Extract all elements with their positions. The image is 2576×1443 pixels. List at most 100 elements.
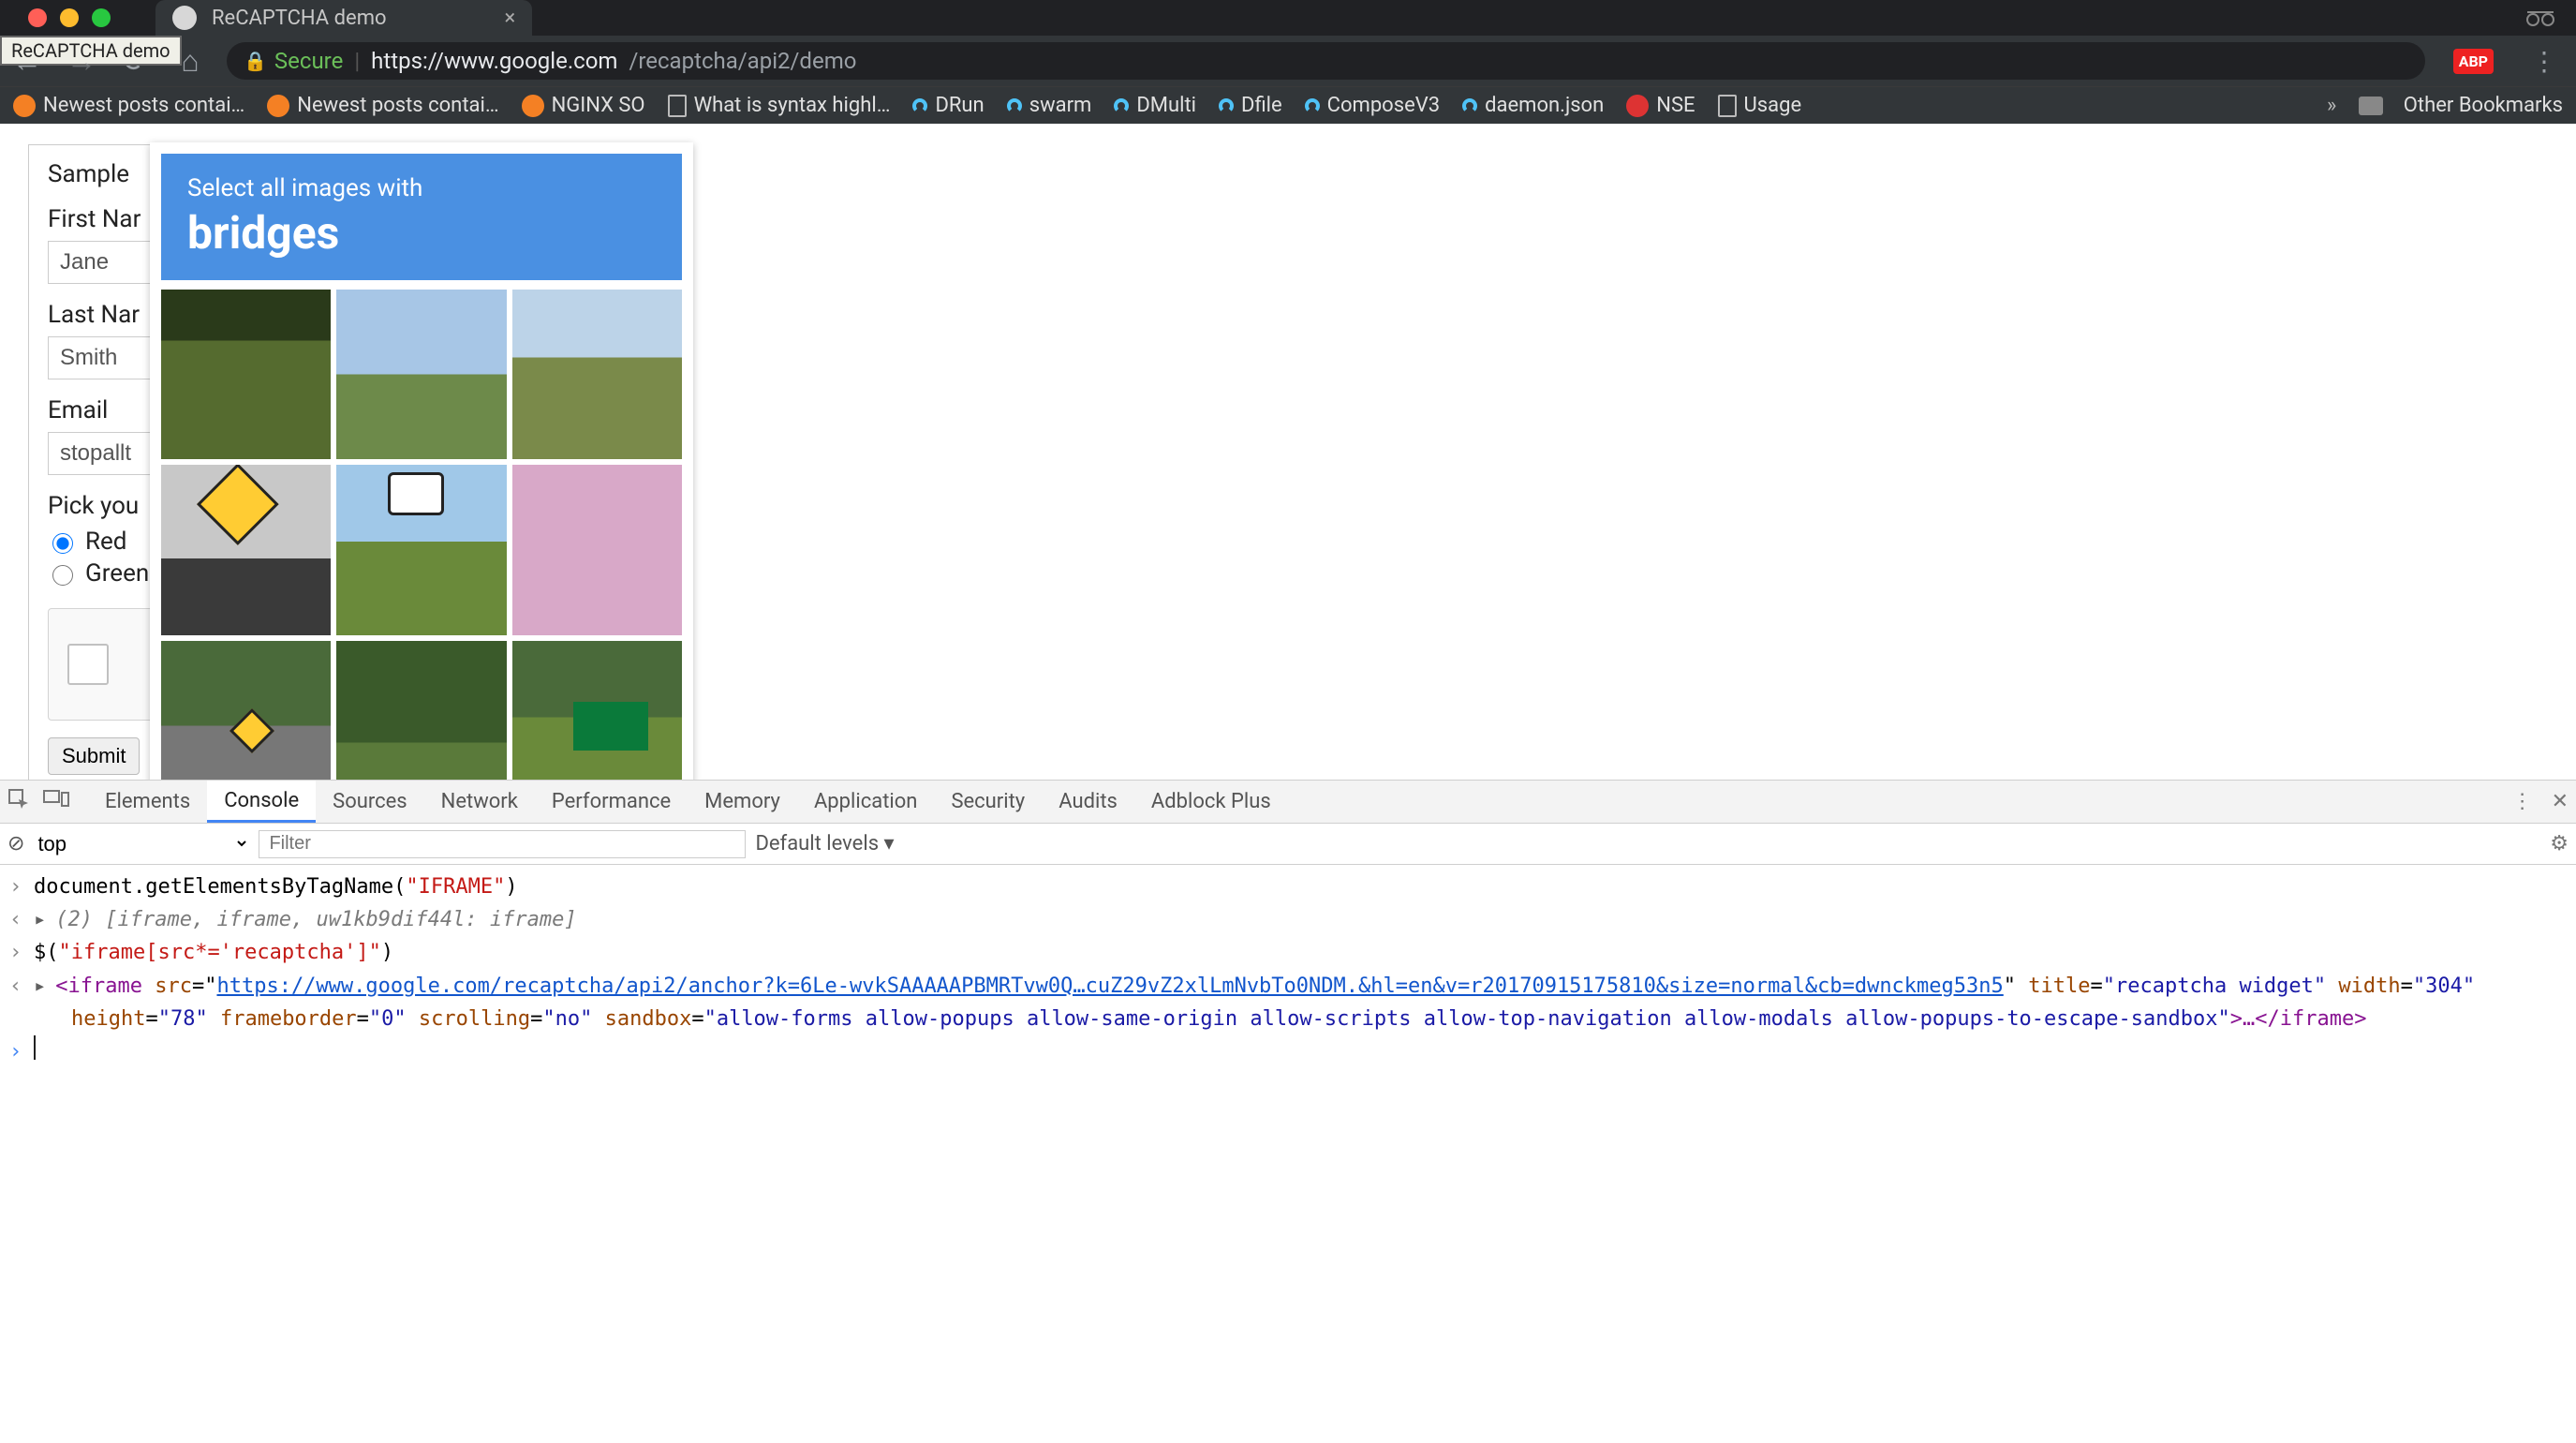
console-settings-icon[interactable]: ⚙ [2550, 832, 2569, 855]
console-context-select[interactable]: top [34, 831, 249, 856]
console-text: " [2004, 974, 2016, 998]
clear-console-icon[interactable]: ⊘ [7, 832, 24, 855]
devtools-tab-sources[interactable]: Sources [316, 781, 424, 823]
console-text: ) [381, 941, 393, 964]
other-bookmarks[interactable]: Other Bookmarks [2359, 94, 2563, 117]
recaptcha-checkbox[interactable] [67, 644, 109, 685]
bookmark-item[interactable]: Dfile [1219, 94, 1282, 117]
radio-red[interactable] [52, 533, 73, 554]
radio-red-label: Red [85, 528, 126, 556]
console-text: src [142, 974, 192, 998]
toggle-device-icon[interactable] [43, 788, 69, 816]
address-bar: ← → ⟳ ⌂ 🔒 Secure | https://www.google.co… [0, 36, 2576, 86]
console-text: $( [34, 941, 59, 964]
console-levels-select[interactable]: Default levels ▾ [755, 832, 894, 855]
inspect-element-icon[interactable] [7, 788, 30, 816]
devtools-tab-network[interactable]: Network [424, 781, 535, 823]
bookmark-item[interactable]: daemon.json [1462, 94, 1604, 117]
console-text: >…</ [2230, 1007, 2280, 1031]
file-icon [668, 95, 687, 117]
docker-icon [912, 98, 927, 113]
bookmark-label: Usage [1744, 94, 1802, 117]
console-filter-input[interactable] [259, 830, 746, 858]
console-text: iframe [216, 908, 290, 931]
console-text: : [465, 908, 490, 931]
console-text: iframe [2280, 1007, 2354, 1031]
bookmark-item[interactable]: NGINX SO [522, 94, 645, 117]
radio-green[interactable] [52, 565, 73, 586]
console-text: document.getElementsByTagName( [34, 875, 406, 899]
devtools-tab-elements[interactable]: Elements [88, 781, 207, 823]
browser-menu-icon[interactable]: ⋮ [2531, 46, 2557, 77]
bookmark-label: DRun [935, 94, 984, 117]
url-host: https://www.google.com [371, 48, 617, 74]
console-text: sandbox [592, 1007, 691, 1031]
devtools-tab-performance[interactable]: Performance [535, 781, 688, 823]
challenge-tile[interactable] [336, 290, 506, 459]
challenge-tile[interactable] [161, 465, 331, 634]
bookmark-item[interactable]: Newest posts contai… [267, 94, 498, 117]
challenge-grid [161, 290, 682, 811]
maximize-window-icon[interactable] [92, 8, 111, 27]
docker-icon [1114, 98, 1129, 113]
bookmark-item[interactable]: swarm [1007, 94, 1092, 117]
docker-icon [1462, 98, 1477, 113]
console-text: scrolling [407, 1007, 530, 1031]
challenge-tile[interactable] [161, 290, 331, 459]
console-text: =" [192, 974, 217, 998]
close-window-icon[interactable] [28, 8, 47, 27]
bookmark-label: NGINX SO [552, 94, 645, 117]
radio-green-label: Green [85, 559, 149, 588]
secure-indicator: 🔒 Secure [244, 48, 343, 74]
console-output[interactable]: ›document.getElementsByTagName("IFRAME")… [0, 865, 2576, 1074]
challenge-tile[interactable] [512, 465, 682, 634]
console-text: uw1kb9dif44l [316, 908, 465, 931]
bookmark-item[interactable]: DMulti [1114, 94, 1196, 117]
url-separator: | [354, 48, 360, 74]
console-text: "iframe[src*='recaptcha']" [59, 941, 381, 964]
devtools-tab-memory[interactable]: Memory [688, 781, 797, 823]
console-text: ) [505, 875, 517, 899]
devtools-close-icon[interactable]: ✕ [2552, 790, 2569, 813]
nse-icon [1626, 95, 1649, 117]
browser-tab[interactable]: ReCAPTCHA demo × [155, 0, 532, 36]
devtools-tab-console[interactable]: Console [207, 781, 316, 823]
url-box[interactable]: 🔒 Secure | https://www.google.com/recapt… [227, 42, 2425, 80]
bookmark-item[interactable]: What is syntax highl… [668, 94, 891, 117]
tab-close-icon[interactable]: × [505, 7, 516, 30]
bookmark-item[interactable]: Newest posts contai… [13, 94, 244, 117]
bookmark-item[interactable]: Usage [1718, 94, 1802, 117]
devtools-menu-icon[interactable]: ⋮ [2512, 790, 2533, 813]
devtools-tabs: Elements Console Sources Network Perform… [0, 781, 2576, 824]
stackoverflow-icon [267, 95, 289, 117]
devtools-tab-audits[interactable]: Audits [1042, 781, 1134, 823]
devtools-tab-adblock[interactable]: Adblock Plus [1134, 781, 1288, 823]
submit-button[interactable]: Submit [48, 737, 140, 775]
bookmarks-bar: Newest posts contai… Newest posts contai… [0, 86, 2576, 124]
console-toolbar: ⊘ top Default levels ▾ ⚙ [0, 824, 2576, 865]
console-text: , [192, 908, 217, 931]
bookmarks-overflow-icon[interactable]: » [2327, 94, 2336, 117]
devtools-tab-security[interactable]: Security [934, 781, 1042, 823]
bookmark-item[interactable]: NSE [1626, 94, 1695, 117]
console-text: (2) [55, 908, 93, 931]
bookmark-item[interactable]: DRun [912, 94, 984, 117]
console-text: "0" [369, 1007, 407, 1031]
minimize-window-icon[interactable] [60, 8, 79, 27]
forward-button[interactable]: → [64, 43, 99, 79]
devtools-tab-application[interactable]: Application [797, 781, 934, 823]
bookmark-label: swarm [1029, 94, 1092, 117]
bookmark-item[interactable]: ComposeV3 [1305, 94, 1440, 117]
console-text: title [2016, 974, 2090, 998]
console-text: > [2354, 1007, 2366, 1031]
window-controls [28, 8, 111, 27]
console-text: [ [105, 908, 117, 931]
console-text: "no" [542, 1007, 592, 1031]
challenge-tile[interactable] [336, 465, 506, 634]
console-text: iframe [490, 908, 564, 931]
challenge-tile[interactable] [512, 290, 682, 459]
url-path: /recaptcha/api2/demo [629, 48, 856, 74]
stackoverflow-icon [522, 95, 544, 117]
console-text: , [291, 908, 317, 931]
adblock-badge[interactable]: ABP [2453, 49, 2494, 74]
